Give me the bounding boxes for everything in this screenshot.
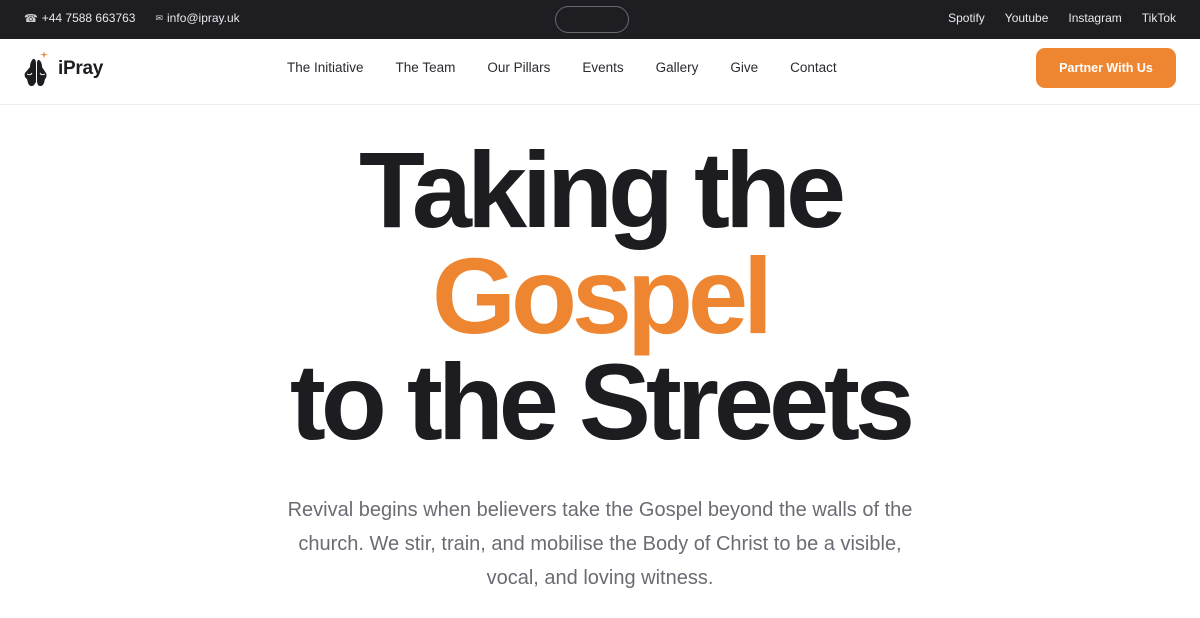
- headline-line-1: Taking the: [358, 129, 846, 250]
- hero-subtitle: Revival begins when believers take the G…: [287, 499, 913, 589]
- headline-accent-word: Gospel: [431, 235, 773, 356]
- contact-info: ☎ +44 7588 663763 ✉ info@ipray.uk: [24, 11, 240, 25]
- partner-with-us-button[interactable]: Partner With Us: [1036, 48, 1176, 88]
- phone-icon: ☎: [24, 12, 38, 25]
- social-links: Spotify Youtube Instagram TikTok: [948, 11, 1176, 25]
- nav-item-events[interactable]: Events: [582, 60, 623, 75]
- headline-line-3: to the Streets: [289, 341, 915, 462]
- praying-hands-icon: [22, 49, 50, 89]
- brand-logo[interactable]: iPray: [22, 49, 103, 89]
- nav-item-contact[interactable]: Contact: [790, 60, 837, 75]
- main-nav: iPray The Initiative The Team Our Pillar…: [0, 39, 1200, 105]
- social-link-instagram[interactable]: Instagram: [1068, 11, 1121, 25]
- hero-headline: Taking the Gospel to the Streets: [0, 129, 1200, 462]
- nav-item-the-initiative[interactable]: The Initiative: [287, 60, 364, 75]
- email-link[interactable]: ✉ info@ipray.uk: [155, 11, 239, 25]
- phone-link[interactable]: ☎ +44 7588 663763: [24, 11, 135, 25]
- nav-item-our-pillars[interactable]: Our Pillars: [487, 60, 550, 75]
- social-link-tiktok[interactable]: TikTok: [1142, 11, 1176, 25]
- nav-menu: The Initiative The Team Our Pillars Even…: [287, 60, 837, 75]
- nav-item-give[interactable]: Give: [730, 60, 758, 75]
- top-bar: ☎ +44 7588 663763 ✉ info@ipray.uk Spotif…: [0, 0, 1200, 39]
- nav-item-the-team[interactable]: The Team: [396, 60, 456, 75]
- hero-section: Taking the Gospel to the Streets Revival…: [0, 105, 1200, 595]
- phone-number: +44 7588 663763: [41, 11, 136, 25]
- mail-icon: ✉: [155, 12, 164, 23]
- topbar-pill-button[interactable]: [555, 6, 629, 33]
- brand-name: iPray: [58, 58, 103, 79]
- nav-item-gallery[interactable]: Gallery: [656, 60, 699, 75]
- email-address: info@ipray.uk: [167, 11, 240, 25]
- social-link-spotify[interactable]: Spotify: [948, 11, 985, 25]
- social-link-youtube[interactable]: Youtube: [1005, 11, 1049, 25]
